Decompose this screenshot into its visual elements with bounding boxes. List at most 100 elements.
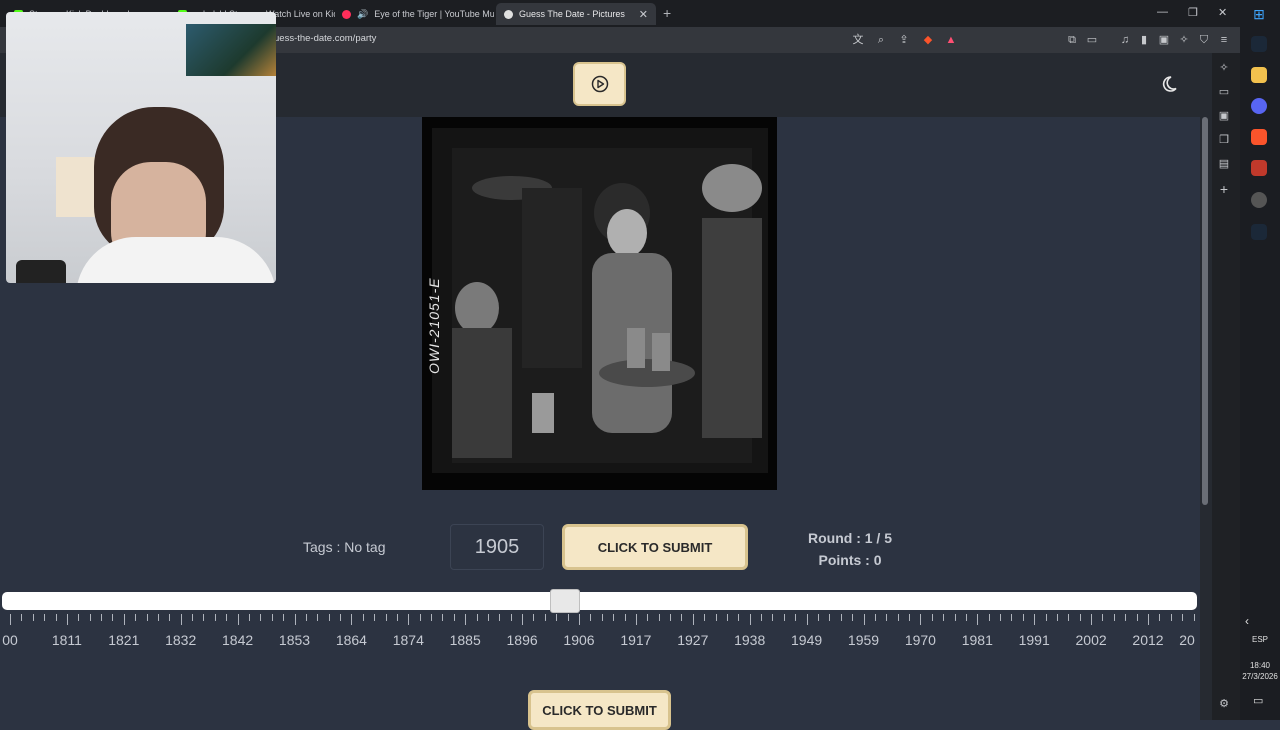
steam-icon-2[interactable] <box>1251 224 1267 240</box>
timeline-tick <box>283 614 285 621</box>
sidebar-settings-icon[interactable]: ⚙ <box>1216 696 1232 712</box>
timeline-label: 1842 <box>222 632 254 648</box>
leo-ai-icon[interactable]: ✧ <box>1216 60 1232 76</box>
windows-start-icon[interactable]: ⊞ <box>1251 6 1267 22</box>
play-button[interactable] <box>573 62 626 106</box>
brave-icon[interactable] <box>1251 129 1267 145</box>
timeline-tick <box>487 614 489 621</box>
brave-shield-icon[interactable]: ◆ <box>921 33 935 47</box>
timeline-tick <box>32 614 34 621</box>
timeline-tick <box>692 614 694 625</box>
translate-icon[interactable]: 文 <box>851 33 865 47</box>
timeline-tick <box>328 614 330 621</box>
round-counter: Round : 1 / 5 <box>808 530 892 546</box>
submit-button-bottom[interactable]: CLICK TO SUBMIT <box>528 690 671 730</box>
timeline-tick <box>499 614 501 621</box>
timeline-tick <box>21 614 23 621</box>
timeline-tick <box>146 614 148 621</box>
timeline-tick <box>726 614 728 621</box>
obs-icon[interactable] <box>1251 192 1267 208</box>
timeline-tick <box>749 614 751 625</box>
browser-sidebar <box>1212 53 1240 720</box>
tab-guess-the-date[interactable]: Guess The Date - Pictures / Painti ✕ <box>496 3 656 25</box>
sidebar-icon[interactable]: ▮ <box>1137 33 1151 47</box>
timeline-tick <box>10 614 11 625</box>
timeline-tick <box>340 614 342 621</box>
submit-button[interactable]: CLICK TO SUBMIT <box>562 524 748 570</box>
wallet-icon[interactable]: ▣ <box>1157 33 1171 47</box>
webcam-overlay <box>6 12 276 283</box>
timeline-label: 1853 <box>278 632 311 648</box>
extensions-icon[interactable]: ⧉ <box>1065 33 1079 47</box>
timeline-label: 1885 <box>449 632 481 648</box>
timeline-tick <box>613 614 615 621</box>
dark-mode-moon-icon[interactable] <box>1162 74 1182 94</box>
add-sidebar-item-icon[interactable]: + <box>1216 181 1232 197</box>
steam-icon[interactable] <box>1251 36 1267 52</box>
system-clock[interactable]: 18:40 27/3/2026 <box>1240 660 1280 682</box>
close-window-icon[interactable]: ✕ <box>1218 6 1227 19</box>
brave-rewards-icon[interactable]: ▲ <box>944 33 958 47</box>
share-icon[interactable]: ⇪ <box>897 33 911 47</box>
file-explorer-icon[interactable] <box>1251 67 1267 83</box>
timeline-tick <box>362 614 364 621</box>
tab-label: Guess The Date - Pictures / Painti <box>519 9 627 19</box>
youtube-music-icon <box>342 9 351 19</box>
url-field[interactable]: uess-the-date.com/party <box>274 33 376 44</box>
timeline-tick <box>874 614 876 621</box>
timeline-tick <box>1148 614 1149 625</box>
timeline-tick <box>419 614 421 621</box>
minimize-icon[interactable]: — <box>1157 6 1168 18</box>
timeline-tick <box>112 614 114 621</box>
timeline-tick <box>1182 614 1184 621</box>
zoom-icon[interactable]: ⌕ <box>874 33 888 47</box>
restore-icon[interactable]: ❐ <box>1188 6 1198 19</box>
timeline-tick <box>579 614 580 625</box>
timeline-label: 1927 <box>677 632 709 648</box>
menu-icon[interactable]: ≡ <box>1217 33 1231 47</box>
timeline-tick <box>237 614 239 625</box>
timeline-tick <box>465 614 467 625</box>
discord-icon[interactable] <box>1251 98 1267 114</box>
timeline-tick <box>374 614 376 621</box>
timeline-label: 1917 <box>620 632 652 648</box>
chevron-left-icon[interactable]: ‹ <box>1245 614 1249 628</box>
timeline-tick <box>66 614 68 625</box>
vpn-icon[interactable]: ⛉ <box>1197 33 1211 47</box>
play-circle-icon <box>591 75 608 93</box>
tab-search-icon[interactable]: ▭ <box>1085 33 1099 47</box>
scrollbar-thumb[interactable] <box>1202 117 1208 505</box>
new-tab-icon[interactable]: + <box>663 5 671 21</box>
timeline-tick <box>886 614 888 621</box>
timeline-tick <box>772 614 774 621</box>
timeline-label: 2002 <box>1075 632 1107 648</box>
timeline-tick <box>453 614 455 621</box>
notification-icon[interactable]: ▭ <box>1253 694 1263 707</box>
leo-icon[interactable]: ✧ <box>1177 33 1191 47</box>
timeline-tick <box>909 614 911 621</box>
timeline-tick <box>1125 614 1127 621</box>
points-counter: Points : 0 <box>818 552 882 568</box>
voicemeeter-icon[interactable] <box>1251 160 1267 176</box>
language-indicator[interactable]: ESP <box>1240 635 1280 644</box>
close-tab-icon[interactable]: ✕ <box>639 8 648 21</box>
year-slider-track[interactable] <box>2 592 1197 610</box>
timeline-tick <box>135 614 137 621</box>
year-input[interactable] <box>450 524 544 570</box>
timeline-tick <box>78 614 80 621</box>
reading-list-icon[interactable]: ▤ <box>1216 156 1232 172</box>
timeline-tick <box>1022 614 1024 621</box>
timeline-tick <box>203 614 205 621</box>
media-icon[interactable]: ♫ <box>1118 33 1132 47</box>
tab-youtube-music[interactable]: 🔊 Eye of the Tiger | YouTube Music <box>334 3 494 25</box>
timeline-tick <box>351 614 353 625</box>
bookmarks-icon[interactable]: ❒ <box>1216 132 1232 148</box>
timeline-tick <box>670 614 672 621</box>
year-slider-thumb[interactable] <box>550 589 580 613</box>
clock-time: 18:40 <box>1249 661 1271 670</box>
video-icon[interactable]: ▭ <box>1216 84 1232 100</box>
timeline-tick <box>442 614 444 621</box>
wallet-sidebar-icon[interactable]: ▣ <box>1216 108 1232 124</box>
timeline-tick <box>897 614 899 621</box>
timeline-label: 20 <box>1179 632 1195 648</box>
